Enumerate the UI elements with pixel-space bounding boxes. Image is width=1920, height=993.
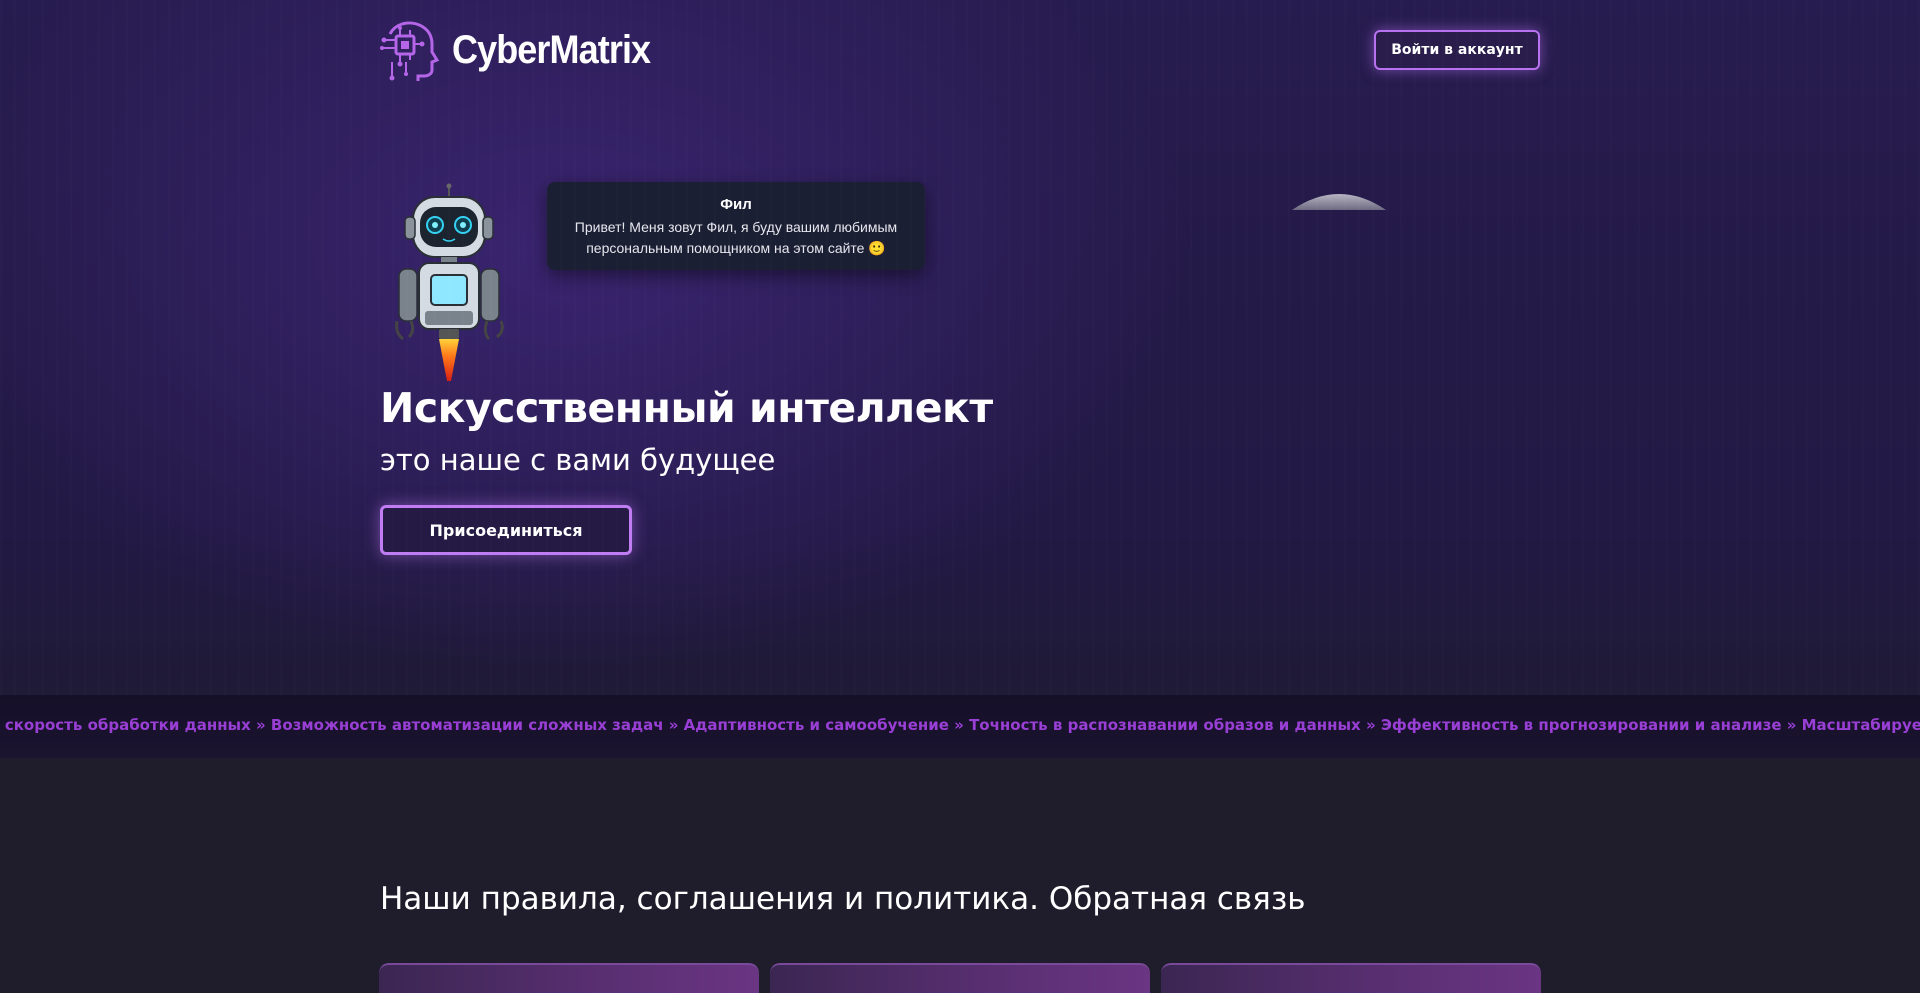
features-ticker: я скорость обработки данных » Возможност… [0,695,1920,758]
assistant-name: Фил [720,196,752,213]
brand-name: CyberMatrix [452,27,651,72]
logo[interactable]: CyberMatrix [380,18,672,82]
assistant-message: Привет! Меня зовут Фил, я буду вашим люб… [574,219,898,256]
policies-section-title: Наши правила, соглашения и политика. Обр… [380,881,1306,917]
hero-section: CyberMatrix Войти в аккаунт Фил Привет! … [0,0,1920,695]
login-button[interactable]: Войти в аккаунт [1374,30,1540,70]
ticker-text: я скорость обработки данных » Возможност… [0,716,1920,734]
ai-head-icon [380,21,440,81]
join-button[interactable]: Присоединиться [380,505,632,555]
robot-assistant-icon[interactable] [393,183,505,383]
assistant-speech-bubble: Фил Привет! Меня зовут Фил, я буду вашим… [547,182,925,270]
hero-subtitle: это наше с вами будущее [380,443,776,477]
policy-card[interactable] [770,963,1150,993]
policy-card[interactable] [1161,963,1541,993]
hero-title: Искусственный интеллект [380,384,993,432]
planet-arc-icon [1292,194,1386,210]
policy-card[interactable] [379,963,759,993]
site-header: CyberMatrix Войти в аккаунт [380,18,1540,82]
